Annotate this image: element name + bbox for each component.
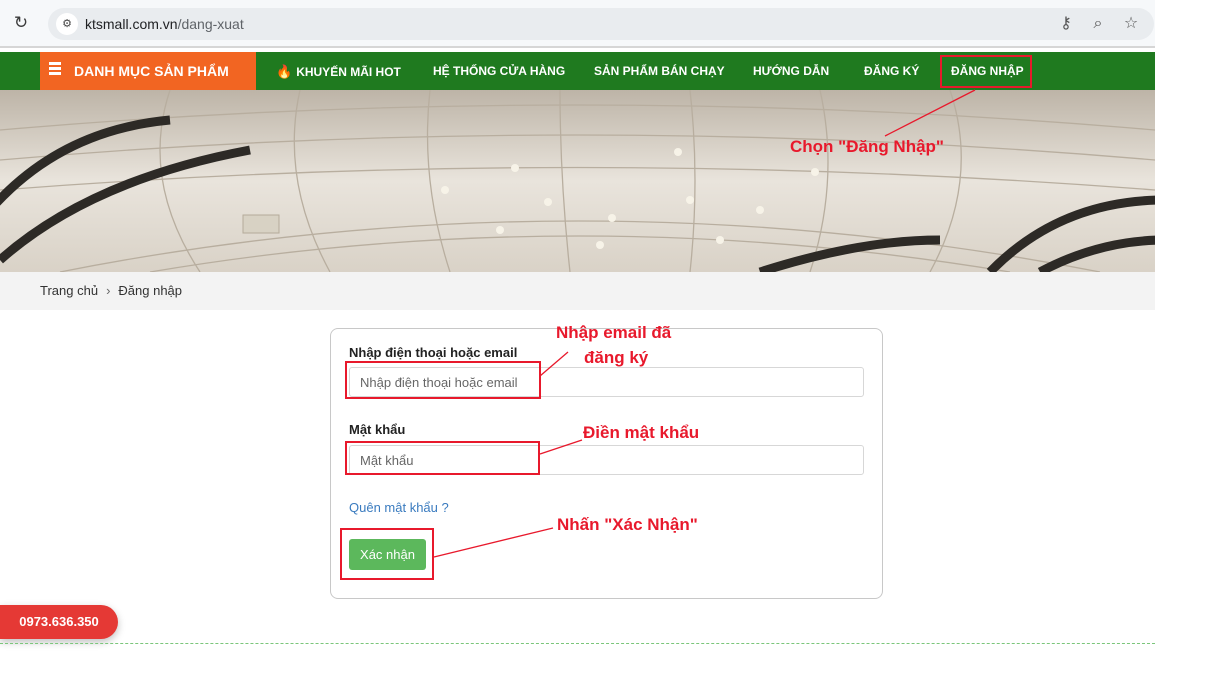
category-menu-label: DANH MỤC SẢN PHẨM (74, 63, 229, 79)
breadcrumb-separator: › (106, 283, 111, 298)
password-field-label: Mật khẩu (349, 422, 406, 437)
bookmark-star-icon[interactable]: ☆ (1121, 14, 1141, 34)
password-key-icon[interactable]: ⚷ (1056, 14, 1076, 34)
annotation-box-submit (340, 528, 434, 580)
nav-item-best-sellers[interactable]: SẢN PHẨM BÁN CHẠY (594, 64, 725, 78)
toolbar-divider (0, 46, 1155, 48)
nav-item-register[interactable]: ĐĂNG KÝ (864, 64, 919, 78)
menu-grid-icon (49, 62, 61, 80)
annotation-press-submit: Nhấn "Xác Nhận" (557, 515, 698, 534)
annotation-enter-email-line2: đăng ký (584, 348, 649, 367)
breadcrumb-home-link[interactable]: Trang chủ (40, 283, 98, 298)
forgot-password-link[interactable]: Quên mật khẩu ? (349, 500, 449, 515)
annotation-enter-password: Điền mật khẩu (583, 423, 700, 442)
breadcrumb-bar: Trang chủ › Đăng nhập (0, 272, 1155, 310)
url-host: ktsmall.com.vn (85, 16, 178, 32)
breadcrumb: Trang chủ › Đăng nhập (40, 283, 182, 298)
nav-item-guide[interactable]: HƯỚNG DẪN (753, 64, 829, 78)
account-field-label: Nhập điện thoại hoặc email (349, 345, 518, 360)
ceiling-banner-image (0, 90, 1155, 272)
zoom-icon[interactable]: ⌕ (1088, 14, 1108, 34)
nav-item-label: KHUYẾN MÃI HOT (296, 65, 401, 79)
nav-item-hot-promo[interactable]: 🔥 KHUYẾN MÃI HOT (276, 64, 401, 80)
url-path: /dang-xuat (177, 16, 244, 32)
annotation-choose-login: Chọn "Đăng Nhập" (790, 137, 944, 156)
annotation-enter-email-line1: Nhập email đã (556, 323, 672, 342)
flame-icon: 🔥 (276, 64, 293, 79)
breadcrumb-current: Đăng nhập (118, 283, 183, 298)
annotation-box-account-input (345, 361, 541, 399)
reload-icon[interactable]: ↻ (12, 14, 30, 32)
category-menu-button[interactable]: DANH MỤC SẢN PHẨM (40, 52, 256, 90)
url-text[interactable]: ktsmall.com.vn/dang-xuat (85, 16, 244, 32)
hero-banner (0, 90, 1155, 272)
nav-item-store-system[interactable]: HỆ THỐNG CỬA HÀNG (433, 64, 565, 78)
address-bar[interactable]: ⚙ ktsmall.com.vn/dang-xuat ⚷ ⌕ ☆ (48, 8, 1154, 40)
annotation-box-password-input (345, 441, 540, 475)
site-info-icon[interactable]: ⚙ (56, 13, 78, 35)
hotline-button[interactable]: 0973.636.350 (0, 605, 118, 639)
annotation-box-login-menu (940, 55, 1032, 88)
browser-toolbar: ↻ ⚙ ktsmall.com.vn/dang-xuat ⚷ ⌕ ☆ (0, 0, 1155, 48)
footer-divider (0, 643, 1155, 644)
